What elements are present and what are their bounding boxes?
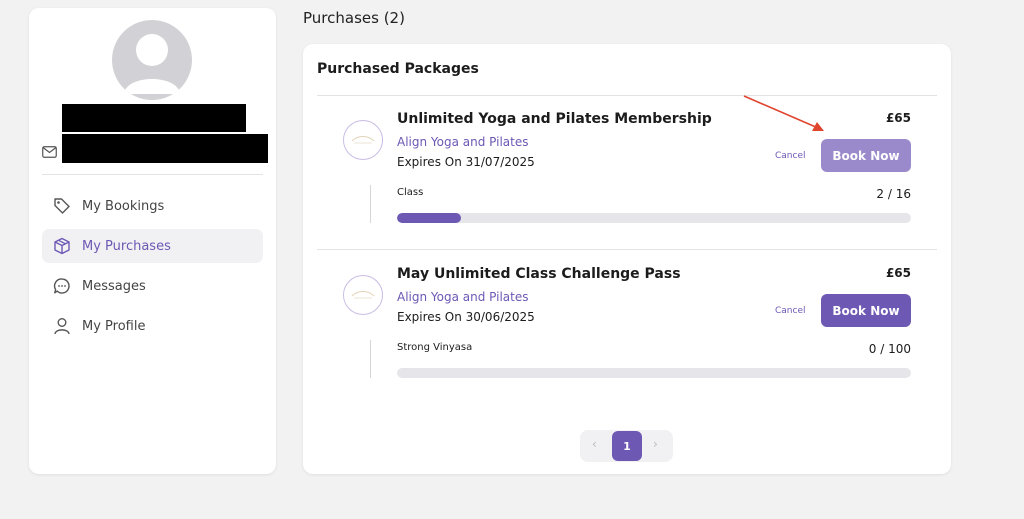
package-vendor-link[interactable]: Align Yoga and Pilates [397,290,529,304]
profile-sidebar: My Bookings My Purchases Messages My Pro… [29,8,276,474]
book-now-button[interactable]: Book Now [821,139,911,172]
usage-progress-bar [397,213,911,223]
mail-icon [42,146,57,158]
package-expiry: Expires On 31/07/2025 [397,155,535,169]
page-title: Purchases (2) [303,9,405,27]
book-now-button[interactable]: Book Now [821,294,911,327]
sidebar-item-messages[interactable]: Messages [42,269,263,303]
user-icon [42,317,82,335]
chat-bubble-icon [42,277,82,295]
sidebar-item-my-bookings[interactable]: My Bookings [42,189,263,223]
redacted-email [62,134,268,163]
sidebar-item-label: My Profile [82,318,146,334]
progress-divider [370,340,371,378]
cancel-button[interactable]: Cancel [775,151,806,161]
sidebar-item-my-profile[interactable]: My Profile [42,309,263,343]
card-title: Purchased Packages [317,61,479,77]
sidebar-item-label: My Purchases [82,238,171,254]
studio-logo-icon [351,291,375,299]
class-type-label: Strong Vinyasa [397,342,473,353]
class-usage-count: 0 / 100 [868,342,911,356]
usage-progress-fill [397,213,462,223]
sidebar-item-my-purchases[interactable]: My Purchases [42,229,263,263]
package-icon [42,237,82,255]
package-vendor-link[interactable]: Align Yoga and Pilates [397,135,529,149]
progress-divider [370,185,371,223]
redacted-name [62,104,246,132]
cancel-button[interactable]: Cancel [775,306,806,316]
package-item: Unlimited Yoga and Pilates Membership Al… [303,95,951,245]
package-name: Unlimited Yoga and Pilates Membership [397,111,712,127]
page-1-button[interactable]: 1 [612,431,642,461]
package-price: £65 [885,266,911,280]
sidebar-item-label: Messages [82,278,146,294]
avatar-placeholder-icon [124,34,180,94]
class-type-label: Class [397,187,424,198]
sidebar-item-label: My Bookings [82,198,165,214]
class-usage-count: 2 / 16 [876,187,911,201]
next-page-button[interactable]: › [653,437,658,451]
tag-icon [42,197,82,215]
purchased-packages-card: Purchased Packages Unlimited Yoga and Pi… [303,44,951,474]
usage-progress-bar [397,368,911,378]
package-price: £65 [885,111,911,125]
studio-logo [343,120,383,160]
package-expiry: Expires On 30/06/2025 [397,310,535,324]
studio-logo [343,275,383,315]
avatar [112,20,192,100]
previous-page-button[interactable]: ‹ [592,437,597,451]
sidebar-divider [42,174,263,175]
studio-logo-icon [351,136,375,144]
package-name: May Unlimited Class Challenge Pass [397,266,681,282]
pagination: ‹ 1 › [580,430,673,462]
package-item: May Unlimited Class Challenge Pass Align… [303,250,951,400]
